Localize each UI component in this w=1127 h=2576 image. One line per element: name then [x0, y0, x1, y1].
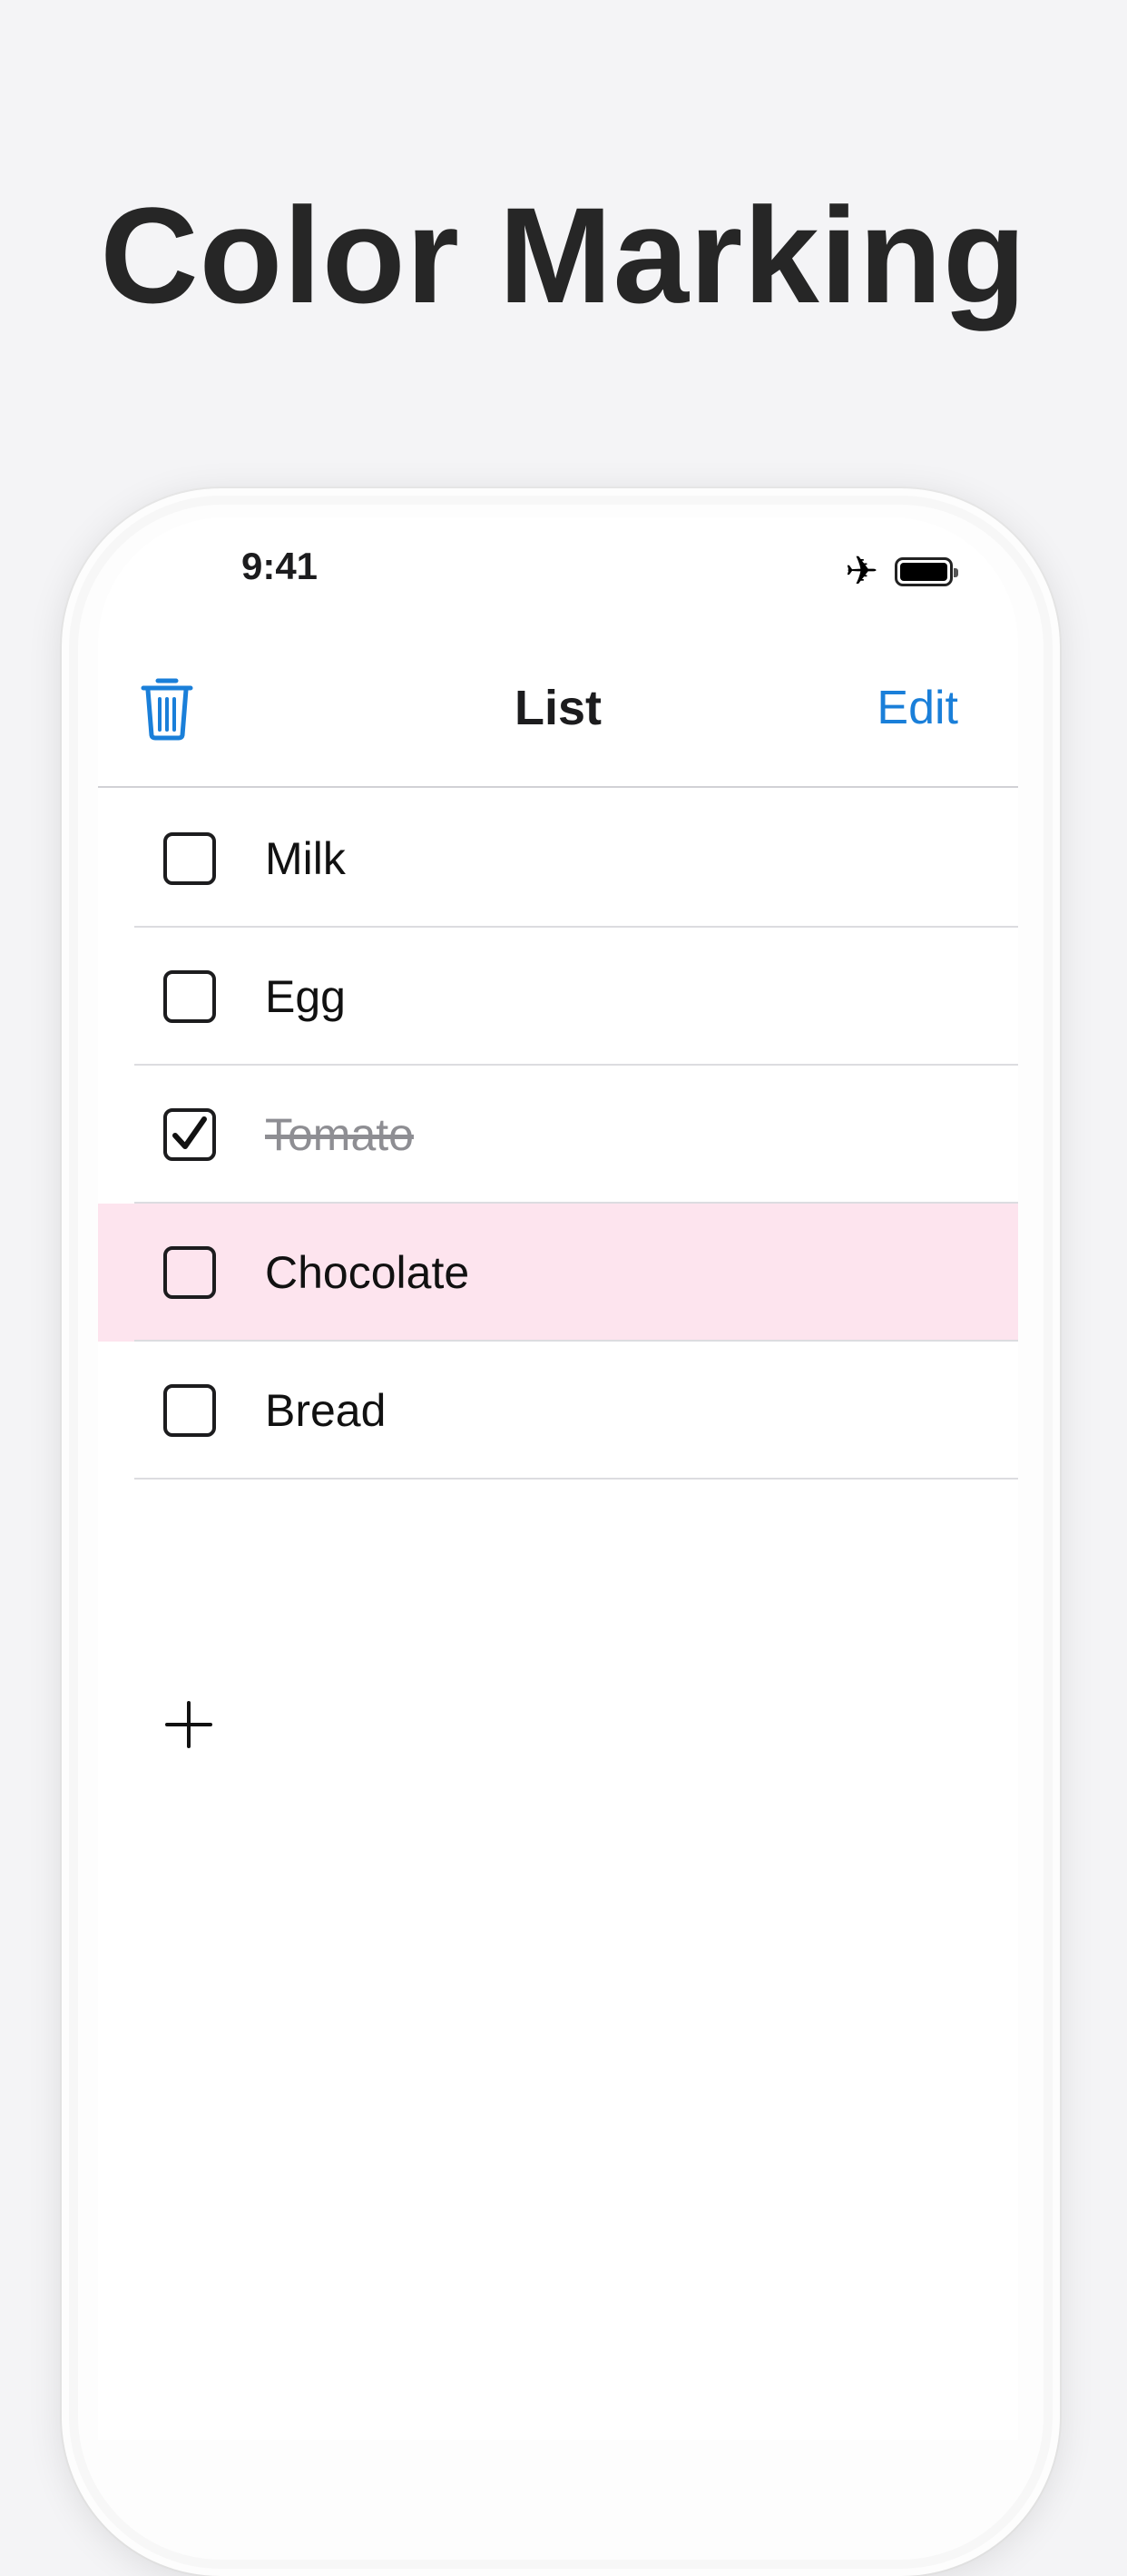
- row-divider: [134, 1478, 1018, 1480]
- app-screen: 9:41 ✈ List Edit Milk Egg Tomato Chocola…: [98, 517, 1018, 2440]
- item-label: Chocolate: [265, 1247, 470, 1298]
- trash-icon[interactable]: [138, 675, 196, 741]
- list-item[interactable]: Tomato: [98, 1066, 1018, 1204]
- todo-list: Milk Egg Tomato Chocolate Bread: [98, 790, 1018, 1480]
- list-item[interactable]: Bread: [98, 1342, 1018, 1480]
- checkbox[interactable]: [163, 1246, 216, 1299]
- checkmark-icon: [172, 1116, 207, 1149]
- edit-button[interactable]: Edit: [877, 654, 958, 762]
- item-label: Egg: [265, 971, 346, 1022]
- checkbox[interactable]: [163, 1384, 216, 1437]
- checkbox[interactable]: [163, 970, 216, 1023]
- item-label: Tomato: [265, 1109, 414, 1160]
- battery-icon: [895, 557, 958, 586]
- status-icons: ✈: [845, 549, 958, 594]
- airplane-icon: ✈: [845, 549, 878, 594]
- item-label: Bread: [265, 1385, 387, 1436]
- plus-icon[interactable]: [163, 1699, 214, 1750]
- page-headline: Color Marking: [100, 179, 1027, 331]
- list-item[interactable]: Egg: [98, 928, 1018, 1066]
- status-time: 9:41: [240, 545, 318, 587]
- checkbox[interactable]: [163, 832, 216, 885]
- item-label: Milk: [265, 833, 346, 884]
- navigation-bar: List Edit: [98, 654, 1018, 788]
- list-item-highlighted[interactable]: Chocolate: [98, 1204, 1018, 1342]
- checkbox-checked[interactable]: [163, 1108, 216, 1161]
- list-item[interactable]: Milk: [98, 790, 1018, 928]
